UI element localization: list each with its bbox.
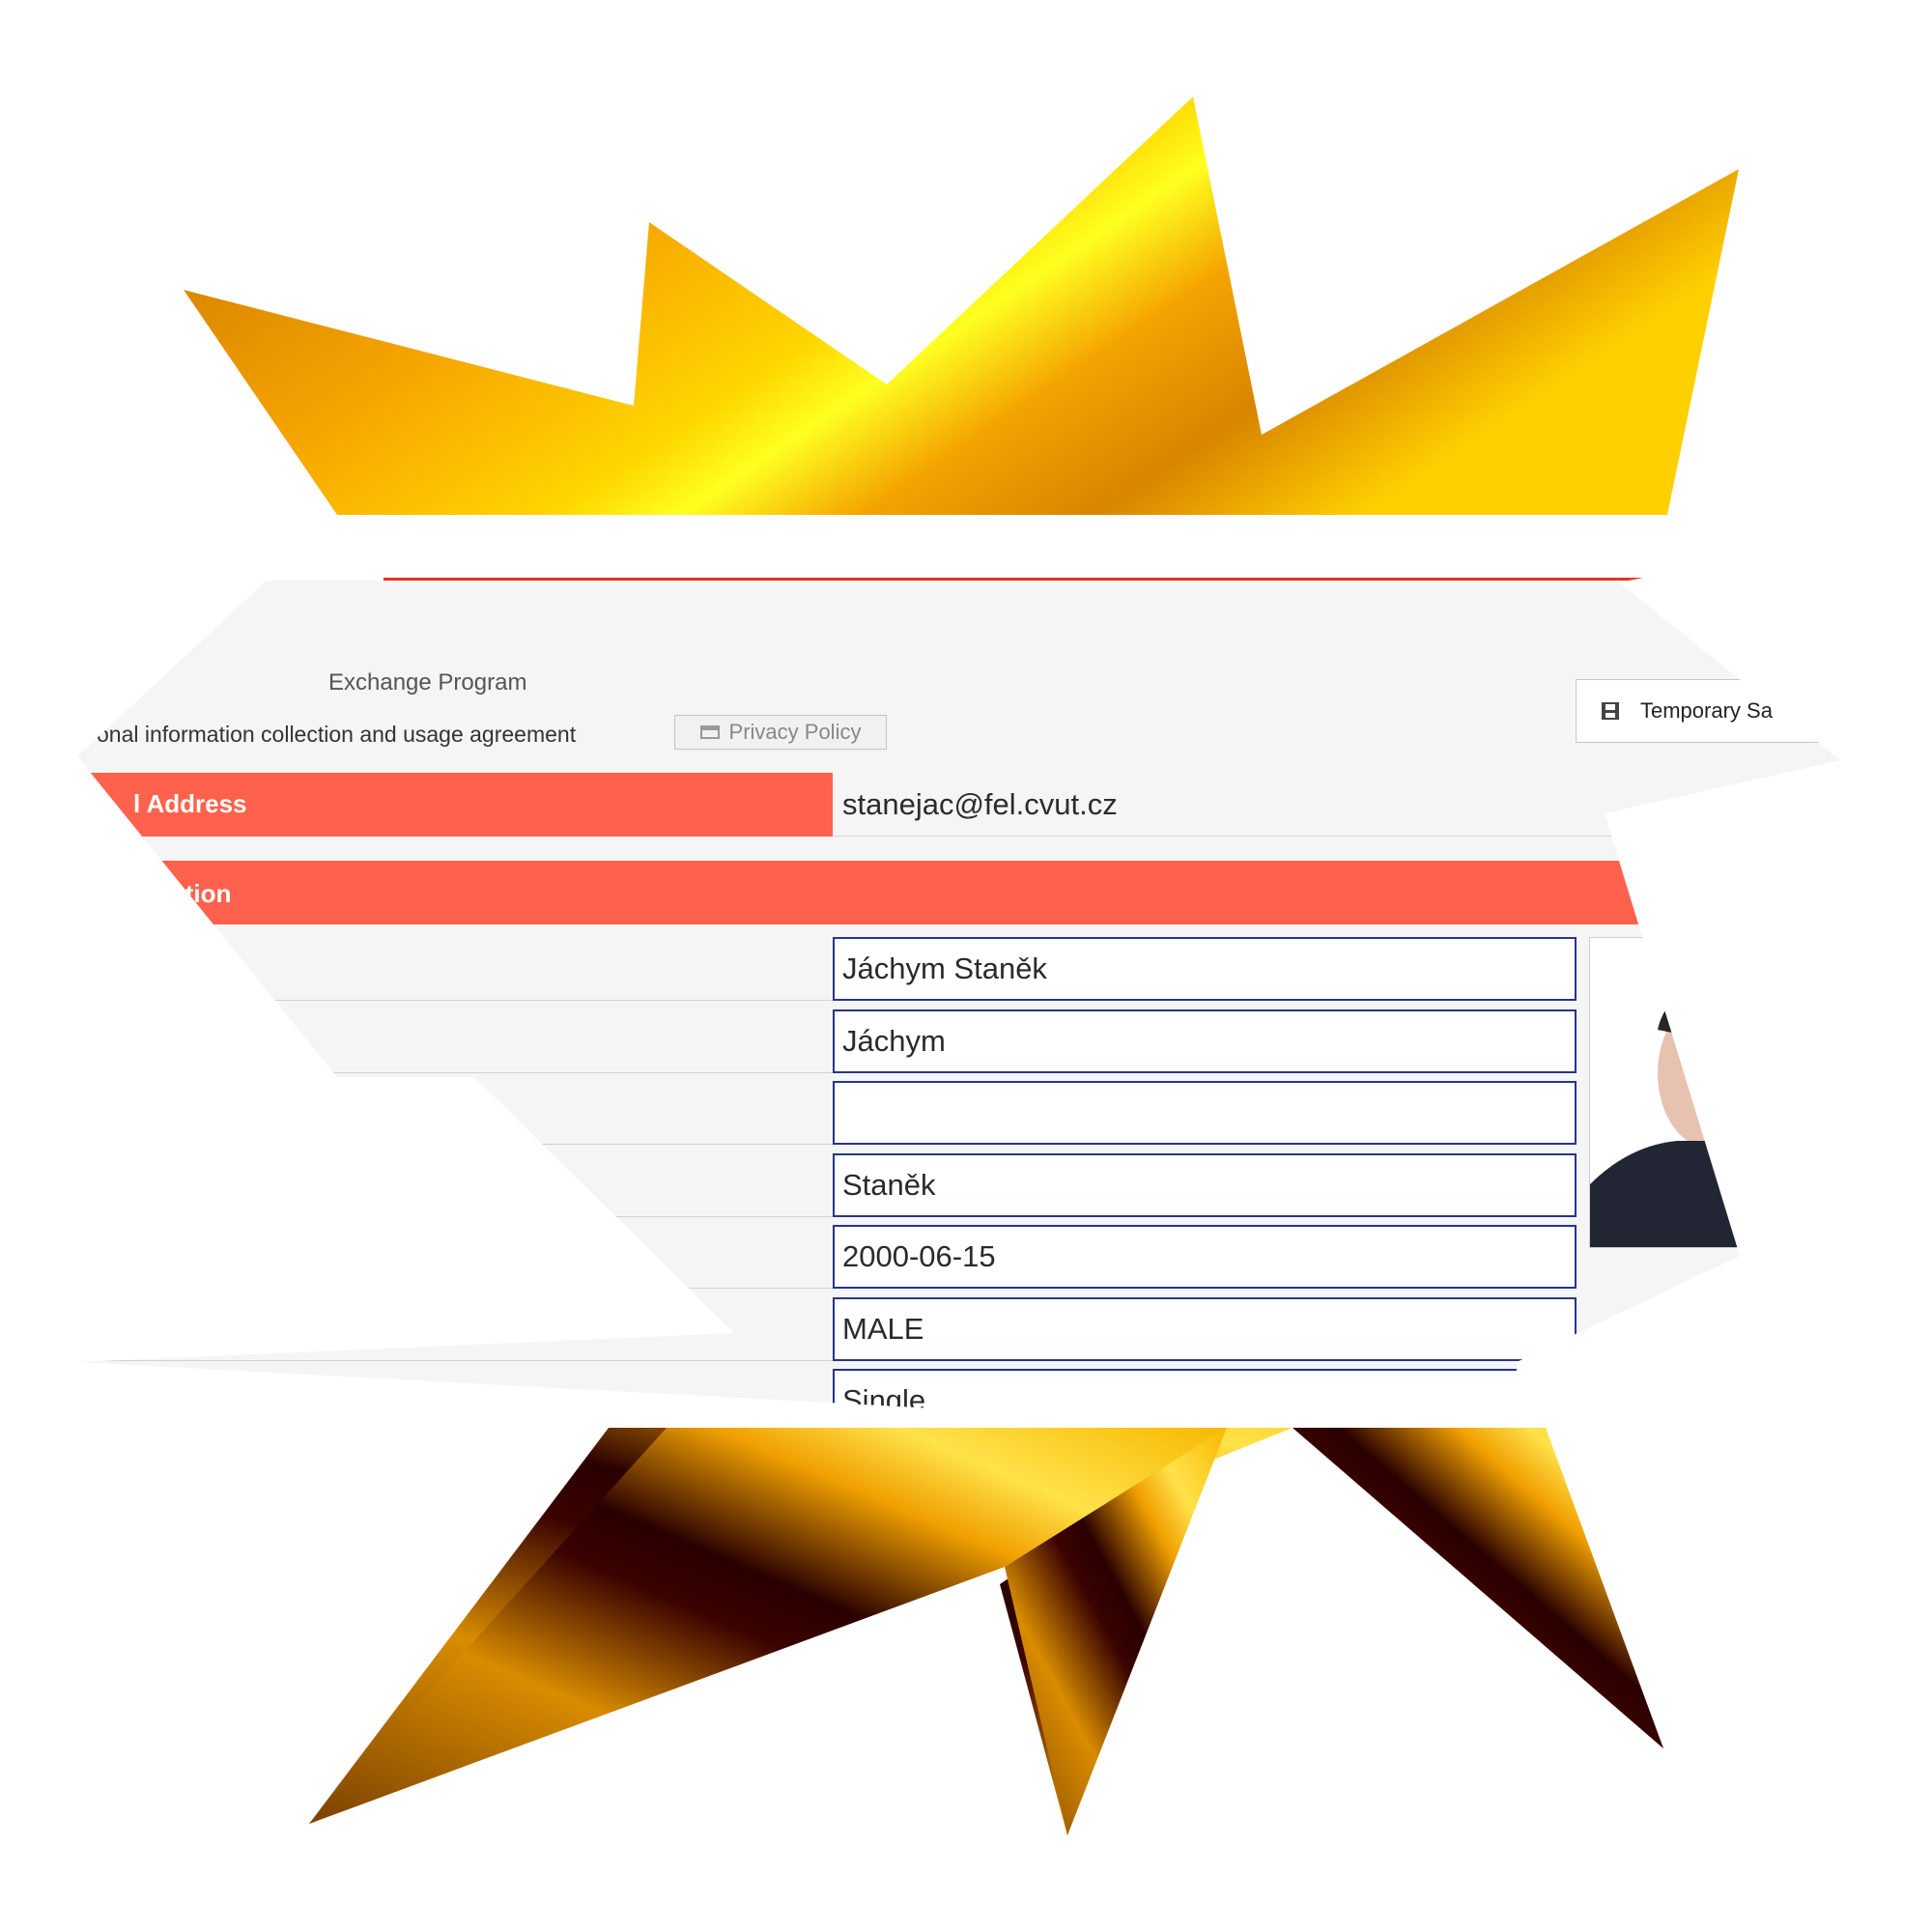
email-label-cell: l Address [91,773,833,837]
email-value: stanejac@fel.cvut.cz [842,787,1118,821]
middle-name-input[interactable] [833,1081,1577,1145]
email-label: l Address [133,789,247,818]
full-name-input[interactable]: Jáchym Staněk [833,937,1577,1001]
first-name-input[interactable]: Jáchym [833,1009,1577,1073]
section-header: rmation [91,861,1648,924]
top-strip [337,515,1648,579]
temporary-save-label: Temporary Sa [1640,698,1773,723]
last-name-input[interactable]: Staněk [833,1153,1577,1217]
program-title: Exchange Program [328,669,527,696]
gender-input[interactable]: MALE [833,1297,1577,1361]
date-of-birth-input[interactable]: 2000-06-15 [833,1225,1577,1289]
agreement-label: onal information collection and usage ag… [97,722,577,747]
window-icon [699,725,720,739]
floppy-icon [1602,702,1619,720]
privacy-policy-label: Privacy Policy [728,720,862,744]
privacy-policy-button[interactable]: Privacy Policy [674,715,887,750]
